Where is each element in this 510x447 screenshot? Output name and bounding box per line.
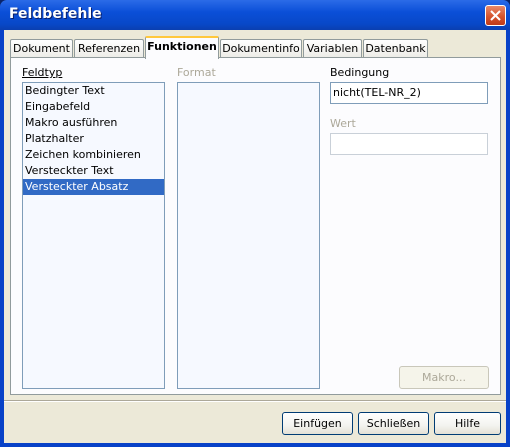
makro-button[interactable]: Makro...	[399, 366, 489, 389]
dialog-window: Feldbefehle Dokument Referenzen Funktion…	[0, 0, 510, 447]
bedingung-field[interactable]: nicht(TEL-NR_2)	[330, 82, 488, 104]
title-bar[interactable]: Feldbefehle	[0, 0, 510, 30]
close-icon	[490, 10, 501, 21]
feldtyp-label: Feldtyp	[22, 66, 63, 79]
tab-referenzen[interactable]: Referenzen	[74, 39, 144, 58]
tab-funktionen[interactable]: Funktionen	[145, 36, 219, 59]
close-button[interactable]	[485, 5, 506, 26]
tab-dokument[interactable]: Dokument	[10, 39, 73, 58]
list-item[interactable]: Platzhalter	[23, 131, 164, 147]
schliessen-button[interactable]: Schließen	[358, 412, 429, 435]
dialog-client: Dokument Referenzen Funktionen Dokumenti…	[4, 30, 506, 443]
list-item[interactable]: Bedingter Text	[23, 83, 164, 99]
wert-field[interactable]	[330, 133, 488, 155]
list-item[interactable]: Eingabefeld	[23, 99, 164, 115]
bedingung-label: Bedingung	[330, 66, 390, 79]
hilfe-button[interactable]: Hilfe	[434, 412, 501, 435]
einfuegen-button[interactable]: Einfügen	[282, 412, 353, 435]
tab-dokumentinfo[interactable]: Dokumentinfo	[220, 39, 302, 58]
tab-panel: Feldtyp Bedingter Text Eingabefeld Makro…	[10, 57, 501, 395]
list-item-selected[interactable]: Versteckter Absatz	[23, 179, 164, 195]
format-list[interactable]	[177, 82, 320, 389]
separator	[4, 400, 506, 402]
list-item[interactable]: Zeichen kombinieren	[23, 147, 164, 163]
tab-datenbank[interactable]: Datenbank	[363, 39, 428, 58]
tab-variablen[interactable]: Variablen	[303, 39, 362, 58]
list-item[interactable]: Makro ausführen	[23, 115, 164, 131]
wert-label: Wert	[330, 117, 356, 130]
feldtyp-list[interactable]: Bedingter Text Eingabefeld Makro ausführ…	[22, 82, 165, 389]
window-title: Feldbefehle	[9, 6, 102, 22]
format-label: Format	[177, 66, 216, 79]
list-item[interactable]: Versteckter Text	[23, 163, 164, 179]
